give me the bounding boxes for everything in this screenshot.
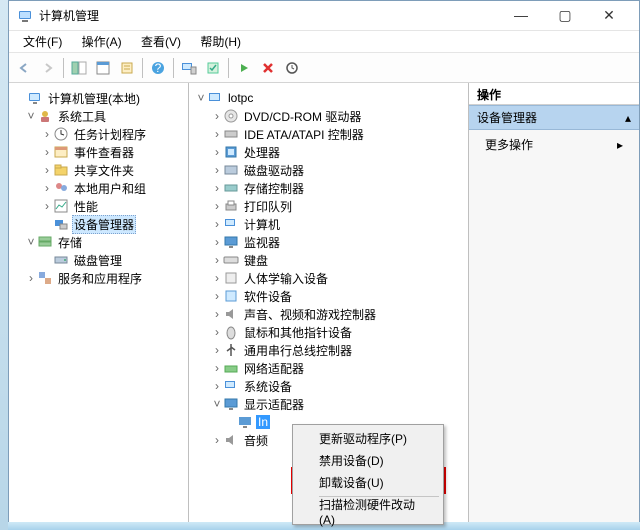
hid-node[interactable]: ›人体学输入设备 bbox=[193, 269, 464, 287]
forward-button[interactable] bbox=[37, 57, 59, 79]
menu-action[interactable]: 操作(A) bbox=[74, 33, 130, 51]
disk-drives-node[interactable]: ›磁盘驱动器 bbox=[193, 161, 464, 179]
task-scheduler-node[interactable]: ›任务计划程序 bbox=[13, 125, 184, 143]
svg-text:?: ? bbox=[155, 61, 162, 75]
display-adapters-node[interactable]: ˅显示适配器 bbox=[193, 395, 464, 413]
processors-node[interactable]: ›处理器 bbox=[193, 143, 464, 161]
minimize-button[interactable]: — bbox=[499, 2, 543, 30]
actions-group[interactable]: 设备管理器▴ bbox=[469, 105, 639, 130]
expand-icon[interactable]: › bbox=[41, 199, 53, 213]
menu-file[interactable]: 文件(F) bbox=[15, 33, 70, 51]
back-button[interactable] bbox=[13, 57, 35, 79]
local-users-node[interactable]: ›本地用户和组 bbox=[13, 179, 184, 197]
event-viewer-node[interactable]: ›事件查看器 bbox=[13, 143, 184, 161]
window-title: 计算机管理 bbox=[39, 7, 499, 24]
expand-icon[interactable]: › bbox=[41, 145, 53, 159]
system-tools-node[interactable]: ˅系统工具 bbox=[13, 107, 184, 125]
more-actions[interactable]: 更多操作▸ bbox=[469, 130, 639, 159]
menu-view[interactable]: 查看(V) bbox=[133, 33, 189, 51]
scan-hardware-button[interactable] bbox=[202, 57, 224, 79]
collapse-icon[interactable]: ˅ bbox=[25, 109, 37, 123]
toolbar: ? bbox=[9, 53, 639, 83]
context-menu: 更新驱动程序(P) 禁用设备(D) 卸载设备(U) 扫描检测硬件改动(A) bbox=[292, 424, 444, 525]
disk-management-node[interactable]: 磁盘管理 bbox=[13, 251, 184, 269]
usb-node[interactable]: ›通用串行总线控制器 bbox=[193, 341, 464, 359]
services-apps-node[interactable]: ›服务和应用程序 bbox=[13, 269, 184, 287]
storage-node[interactable]: ˅存储 bbox=[13, 233, 184, 251]
titlebar: 计算机管理 — ▢ ✕ bbox=[9, 1, 639, 31]
triangle-right-icon: ▸ bbox=[617, 138, 623, 152]
actions-pane: 操作 设备管理器▴ 更多操作▸ bbox=[469, 83, 639, 529]
update-driver-button[interactable] bbox=[281, 57, 303, 79]
print-queues-node[interactable]: ›打印队列 bbox=[193, 197, 464, 215]
app-icon bbox=[17, 8, 33, 24]
console-tree[interactable]: 计算机管理(本地) ˅系统工具 ›任务计划程序 ›事件查看器 ›共享文件夹 ›本… bbox=[9, 83, 189, 529]
ctx-uninstall-device[interactable]: 卸载设备(U) bbox=[295, 471, 441, 493]
maximize-button[interactable]: ▢ bbox=[543, 2, 587, 30]
computer-node[interactable]: ›计算机 bbox=[193, 215, 464, 233]
performance-node[interactable]: ›性能 bbox=[13, 197, 184, 215]
close-button[interactable]: ✕ bbox=[587, 2, 631, 30]
collapse-icon[interactable]: ˅ bbox=[211, 397, 223, 411]
mice-node[interactable]: ›鼠标和其他指针设备 bbox=[193, 323, 464, 341]
keyboards-node[interactable]: ›键盘 bbox=[193, 251, 464, 269]
ctx-disable-device[interactable]: 禁用设备(D) bbox=[295, 449, 441, 471]
ide-node[interactable]: ›IDE ATA/ATAPI 控制器 bbox=[193, 125, 464, 143]
system-devices-node[interactable]: ›系统设备 bbox=[193, 377, 464, 395]
shared-folders-node[interactable]: ›共享文件夹 bbox=[13, 161, 184, 179]
sound-node[interactable]: ›声音、视频和游戏控制器 bbox=[193, 305, 464, 323]
collapse-icon[interactable]: ˅ bbox=[195, 91, 207, 105]
menubar: 文件(F) 操作(A) 查看(V) 帮助(H) bbox=[9, 31, 639, 53]
triangle-up-icon: ▴ bbox=[625, 111, 631, 125]
export-list-button[interactable] bbox=[116, 57, 138, 79]
ctx-update-driver[interactable]: 更新驱动程序(P) bbox=[295, 427, 441, 449]
expand-icon[interactable]: › bbox=[41, 163, 53, 177]
actions-header: 操作 bbox=[469, 83, 639, 105]
properties-button[interactable] bbox=[92, 57, 114, 79]
storage-controllers-node[interactable]: ›存储控制器 bbox=[193, 179, 464, 197]
device-manager-node[interactable]: 设备管理器 bbox=[13, 215, 184, 233]
enable-button[interactable] bbox=[233, 57, 255, 79]
dvd-node[interactable]: ›DVD/CD-ROM 驱动器 bbox=[193, 107, 464, 125]
computer-root[interactable]: ˅lotpc bbox=[193, 89, 464, 107]
expand-icon[interactable]: › bbox=[41, 181, 53, 195]
expand-icon[interactable]: › bbox=[41, 127, 53, 141]
menu-help[interactable]: 帮助(H) bbox=[192, 33, 249, 51]
collapse-icon[interactable]: ˅ bbox=[25, 235, 37, 249]
root-node[interactable]: 计算机管理(本地) bbox=[13, 89, 184, 107]
network-adapters-node[interactable]: ›网络适配器 bbox=[193, 359, 464, 377]
help-button[interactable]: ? bbox=[147, 57, 169, 79]
devices-button[interactable] bbox=[178, 57, 200, 79]
expand-icon[interactable]: › bbox=[25, 271, 37, 285]
show-hide-tree-button[interactable] bbox=[68, 57, 90, 79]
ctx-scan-hardware[interactable]: 扫描检测硬件改动(A) bbox=[295, 500, 441, 522]
monitors-node[interactable]: ›监视器 bbox=[193, 233, 464, 251]
software-devices-node[interactable]: ›软件设备 bbox=[193, 287, 464, 305]
uninstall-button[interactable] bbox=[257, 57, 279, 79]
